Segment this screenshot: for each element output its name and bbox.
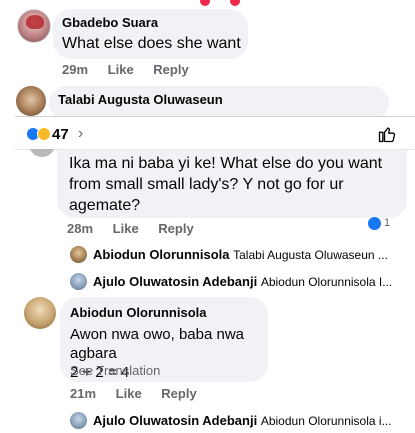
haha-reaction-icon [37,127,51,141]
avatar[interactable] [17,9,51,43]
reply-author: Abiodun Olorunnisola [93,247,230,262]
avatar[interactable] [25,149,55,159]
reply-text: Talabi Augusta Oluwaseun ... [233,248,388,262]
notification-dot-icon [200,0,210,6]
comment-actions: 28m Like Reply [67,221,210,236]
like-button[interactable]: Like [116,386,142,401]
see-translation-link[interactable]: See Translation [70,363,160,378]
like-button[interactable]: Like [108,62,134,77]
notification-strip [0,0,415,7]
like-thumb-icon[interactable] [377,124,397,144]
comment-line: Awon nwa owo, baba nwa agbara [70,326,245,362]
comment-time: 29m [62,62,89,77]
reaction-count: 1 [384,217,391,229]
reply-preview[interactable]: Ajulo Oluwatosin Adebanji Abiodun Olorun… [70,411,410,431]
comment-author[interactable]: Talabi Augusta Oluwaseun [58,92,223,107]
reply-text: Abiodun Olorunnisola I... [260,275,393,289]
comments-panel: 47 › Ika ma ni baba yi ke! What else do … [15,116,415,433]
reply-preview[interactable]: Ajulo Oluwatosin Adebanji Abiodun Olorun… [70,272,410,292]
reaction-count[interactable]: 47 [52,126,69,143]
reply-button[interactable]: Reply [158,221,193,236]
avatar[interactable] [16,86,46,116]
reply-preview[interactable]: Abiodun Olorunnisola Talabi Augusta Oluw… [70,245,410,265]
avatar[interactable] [24,297,56,329]
avatar [70,412,87,429]
reply-author: Ajulo Oluwatosin Adebanji [93,274,258,289]
reply-button[interactable]: Reply [161,386,196,401]
comment-author[interactable]: Abiodun Olorunnisola [70,305,207,320]
reactions-header[interactable]: 47 › [15,117,415,150]
like-reaction-icon [368,217,381,230]
comment-time: 21m [70,386,97,401]
reply-text: Abiodun Olorunnisola i... [260,414,392,428]
comment-bubble: Talabi Augusta Oluwaseun [49,86,389,116]
chevron-right-icon[interactable]: › [78,125,83,143]
comment-reactions[interactable]: 1 [368,217,398,231]
comment-text: Ika ma ni baba yi ke! What else do you w… [69,155,383,214]
comment-bubble: Abiodun Olorunnisola Awon nwa owo, baba … [60,297,268,382]
comment-text: What else does she want [62,35,241,52]
comment-bubble: Ika ma ni baba yi ke! What else do you w… [57,150,407,218]
avatar [70,246,87,263]
reply-button[interactable]: Reply [153,62,188,77]
comment-bubble: Gbadebo Suara What else does she want [53,9,248,59]
comment-actions: 21m Like Reply [70,386,213,401]
comment-time: 28m [67,221,94,236]
avatar [70,273,87,290]
like-button[interactable]: Like [113,221,139,236]
reply-author: Ajulo Oluwatosin Adebanji [93,413,258,428]
notification-dot-icon [230,0,240,6]
reaction-icons [26,127,52,141]
comment-actions: 29m Like Reply [62,62,205,77]
previous-comments-fragment: Gbadebo Suara What else does she want 29… [0,0,415,116]
comment-author[interactable]: Gbadebo Suara [62,15,158,30]
